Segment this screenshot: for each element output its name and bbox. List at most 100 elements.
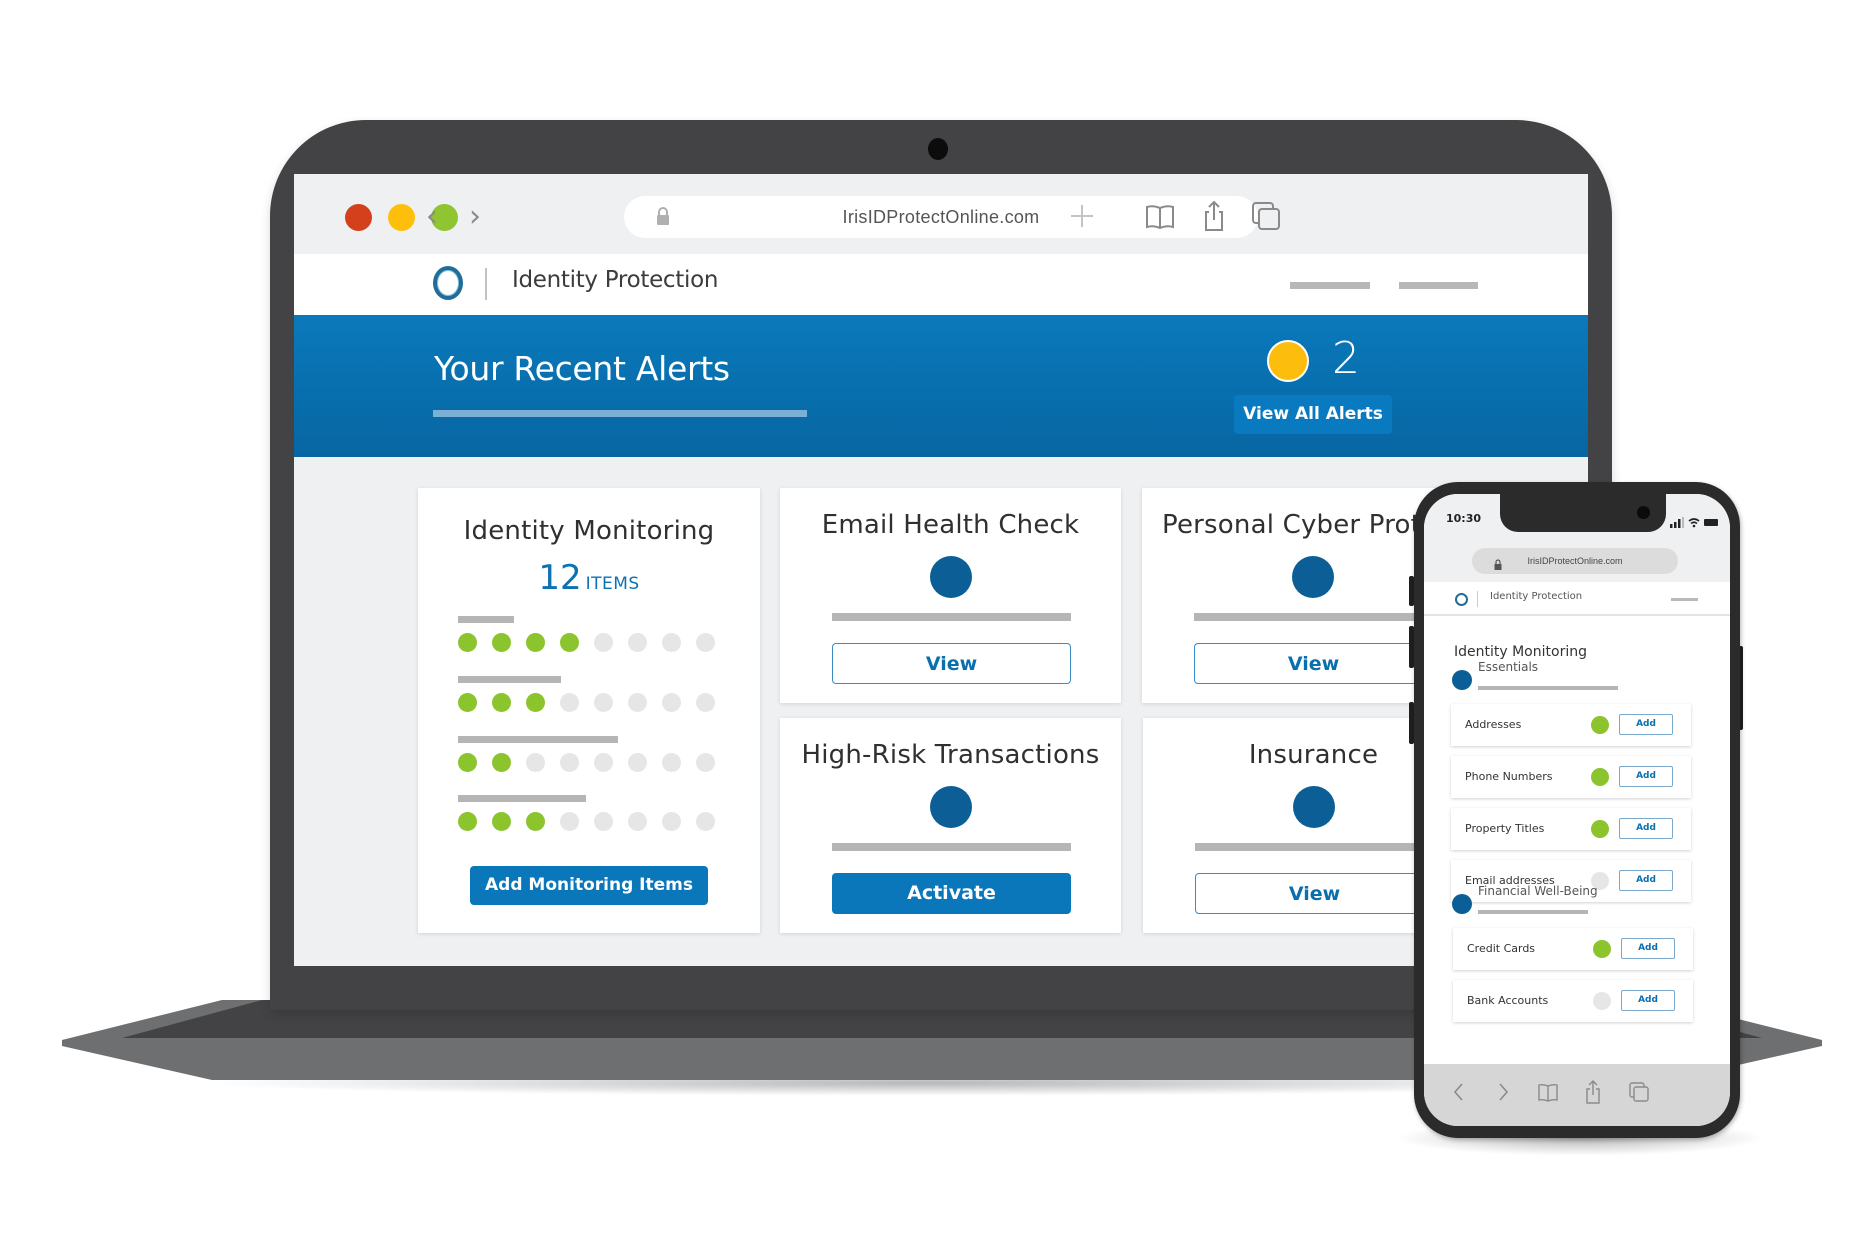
front-camera — [1637, 506, 1650, 519]
monitored-dot-icon — [458, 633, 477, 652]
unmonitored-dot-icon — [594, 633, 613, 652]
alerts-banner: Your Recent Alerts 2 View All Alerts — [294, 315, 1588, 457]
email-health-view-button[interactable]: View — [832, 643, 1071, 684]
monitored-dot-icon — [492, 812, 511, 831]
minimize-window-button[interactable] — [388, 204, 415, 231]
bookmarks-icon[interactable] — [1144, 200, 1176, 232]
menu-icon[interactable] — [1671, 598, 1698, 601]
forward-icon[interactable] — [1492, 1080, 1514, 1104]
status-dot-icon — [930, 556, 972, 598]
browser-toolbar: ‹ › IrisIDProtectOnline.com — [294, 174, 1588, 254]
unmonitored-dot-icon — [662, 753, 681, 772]
unmonitored-dot-icon — [628, 633, 647, 652]
progress-placeholder — [832, 843, 1071, 851]
webcam — [928, 138, 948, 160]
status-icons — [1670, 513, 1720, 528]
item-label: Addresses — [1465, 718, 1522, 731]
add-monitoring-items-button[interactable]: Add Monitoring Items — [470, 866, 708, 905]
add-item-button[interactable]: Add — [1619, 714, 1673, 735]
logo-icon[interactable] — [433, 266, 463, 300]
monitoring-row — [458, 616, 728, 652]
section-dot-icon — [1452, 670, 1472, 690]
identity-monitoring-card: Identity Monitoring 12 ITEMS Add Monitori… — [418, 488, 760, 933]
monitoring-row-label-placeholder — [458, 736, 618, 743]
nav-link-placeholder[interactable] — [1399, 282, 1478, 289]
phone-bottom-toolbar — [1424, 1064, 1730, 1126]
unmonitored-dot-icon — [628, 693, 647, 712]
logo-icon[interactable] — [1455, 593, 1468, 606]
monitoring-dots — [458, 693, 728, 712]
monitoring-row — [458, 736, 728, 772]
add-item-button[interactable]: Add — [1619, 870, 1673, 891]
add-item-button[interactable]: Add — [1619, 818, 1673, 839]
monitoring-item-row: Property Titles Add — [1451, 808, 1691, 850]
back-icon[interactable] — [1448, 1080, 1470, 1104]
battery-icon — [1704, 519, 1718, 526]
monitored-dot-icon — [526, 633, 545, 652]
back-icon[interactable]: ‹ — [419, 198, 445, 236]
monitoring-row-label-placeholder — [458, 616, 514, 623]
laptop-screen: ‹ › IrisIDProtectOnline.com Identity Pro… — [294, 174, 1588, 966]
unmonitored-dot-icon — [628, 812, 647, 831]
insurance-view-button[interactable]: View — [1195, 873, 1434, 914]
phone-url-bar[interactable]: IrisIDProtectOnline.com — [1472, 548, 1678, 574]
forward-icon[interactable]: › — [462, 198, 488, 236]
monitoring-item-row: Addresses Add — [1451, 704, 1691, 746]
header-divider — [1477, 591, 1478, 607]
unmonitored-dot-icon — [628, 753, 647, 772]
add-item-button[interactable]: Add — [1619, 766, 1673, 787]
share-icon[interactable] — [1198, 200, 1230, 232]
nav-link-placeholder[interactable] — [1290, 282, 1370, 289]
unmonitored-dot-icon — [662, 812, 681, 831]
monitoring-dots — [458, 633, 728, 652]
close-window-button[interactable] — [345, 204, 372, 231]
unmonitored-dot-icon — [696, 753, 715, 772]
items-count: 12 ITEMS — [418, 558, 760, 598]
monitoring-dots — [458, 753, 728, 772]
lock-icon — [1494, 555, 1502, 570]
phone: 10:30 IrisIDProtectOnline.com Identity P… — [1414, 482, 1740, 1138]
view-all-alerts-button[interactable]: View All Alerts — [1234, 395, 1392, 434]
alerts-title: Your Recent Alerts — [434, 349, 730, 388]
monitoring-item-row: Bank Accounts Add — [1453, 980, 1693, 1022]
phone-url-text: IrisIDProtectOnline.com — [1527, 556, 1623, 566]
high-risk-transactions-card: High-Risk Transactions Activate — [780, 718, 1121, 933]
share-icon[interactable] — [1582, 1080, 1604, 1104]
new-tab-icon[interactable] — [1066, 200, 1098, 232]
item-label: Phone Numbers — [1465, 770, 1553, 783]
monitored-dot-icon — [458, 812, 477, 831]
monitoring-item-row: Credit Cards Add — [1453, 928, 1693, 970]
wifi-icon — [1688, 518, 1700, 528]
personal-cyber-view-button[interactable]: View — [1194, 643, 1433, 684]
item-label: Credit Cards — [1467, 942, 1536, 955]
monitoring-row-label-placeholder — [458, 795, 586, 802]
monitored-dot-icon — [458, 693, 477, 712]
progress-placeholder — [1194, 613, 1433, 621]
progress-placeholder — [1195, 843, 1434, 851]
monitored-dot-icon — [458, 753, 477, 772]
monitored-dot-icon — [492, 693, 511, 712]
title-underline — [433, 410, 807, 417]
unmonitored-dot-icon — [594, 812, 613, 831]
unmonitored-dot-icon — [662, 693, 681, 712]
monitoring-row — [458, 795, 728, 831]
active-status-icon — [1593, 940, 1611, 958]
active-status-icon — [1591, 768, 1609, 786]
add-item-button[interactable]: Add — [1621, 990, 1675, 1011]
add-item-button[interactable]: Add — [1621, 938, 1675, 959]
site-header: Identity Protection — [294, 254, 1588, 315]
activate-button[interactable]: Activate — [832, 873, 1071, 914]
monitored-dot-icon — [492, 633, 511, 652]
unmonitored-dot-icon — [696, 812, 715, 831]
tabs-icon[interactable] — [1250, 200, 1282, 232]
section-title: Financial Well-Being — [1478, 884, 1598, 898]
inactive-status-icon — [1593, 992, 1611, 1010]
monitored-dot-icon — [526, 693, 545, 712]
tabs-icon[interactable] — [1628, 1080, 1650, 1104]
bookmarks-icon[interactable] — [1537, 1080, 1559, 1104]
item-label: Bank Accounts — [1467, 994, 1549, 1007]
status-time: 10:30 — [1446, 512, 1482, 525]
signal-icon — [1670, 517, 1684, 528]
status-dot-icon — [1292, 556, 1334, 598]
active-status-icon — [1591, 716, 1609, 734]
